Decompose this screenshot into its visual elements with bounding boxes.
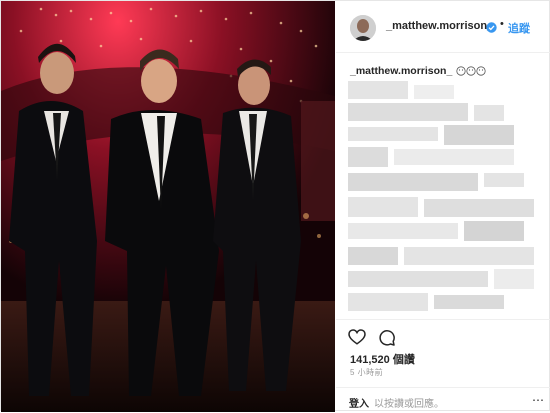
post-header: _matthew.morrison_ • 追蹤 [336,1,550,53]
instagram-post: _matthew.morrison_ • 追蹤 _matthew.morriso… [0,0,550,412]
post-actions: 141,520 個讚 5 小時前 [336,319,550,390]
header-username[interactable]: _matthew.morrison_ [386,20,493,32]
photo-illustration [1,1,335,412]
post-photo[interactable] [1,1,335,412]
avatar[interactable] [350,15,376,41]
caption: _matthew.morrison_ [350,65,540,79]
login-prompt-text: 以按讚或回應。 [374,399,444,410]
blurred-comments [344,81,544,319]
comment-icon[interactable] [378,329,395,351]
login-bar: 登入 以按讚或回應。 ⋯ [336,387,550,413]
avatar-image [350,15,376,41]
heart-icon[interactable] [348,329,366,350]
follow-button[interactable]: 追蹤 [508,20,530,36]
post-sidebar: _matthew.morrison_ • 追蹤 _matthew.morriso… [336,1,550,412]
caption-username[interactable]: _matthew.morrison_ [350,65,452,77]
header-separator: • [500,18,504,30]
verified-badge-icon [486,20,497,33]
login-link[interactable]: 登入 [349,395,369,410]
face-emoji-icon [456,66,486,79]
post-timestamp: 5 小時前 [350,368,384,377]
likes-count[interactable]: 141,520 個讚 [350,351,415,367]
more-options-icon[interactable]: ⋯ [532,393,544,407]
